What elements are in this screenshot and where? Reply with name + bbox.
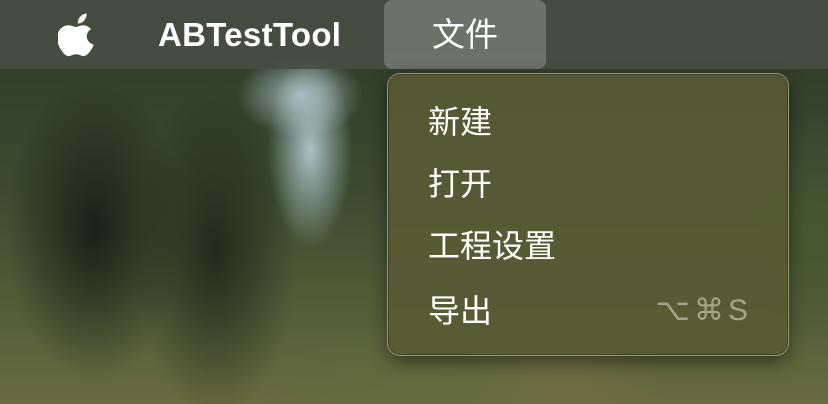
file-menu-button[interactable]: 文件 xyxy=(384,0,546,69)
apple-logo-icon[interactable] xyxy=(57,11,100,57)
app-name-menu[interactable]: ABTestTool xyxy=(158,13,341,57)
menu-item-project-settings[interactable]: 工程设置 xyxy=(428,224,748,268)
menu-item-new[interactable]: 新建 xyxy=(428,100,748,144)
menu-item-open[interactable]: 打开 xyxy=(428,162,748,206)
export-shortcut-label: ⌥⌘S xyxy=(655,294,752,327)
desktop: ABTestTool 文件 新建 打开 工程设置 导出 ⌥⌘S xyxy=(0,0,828,404)
menu-bar: ABTestTool 文件 xyxy=(0,0,828,69)
file-dropdown-menu: 新建 打开 工程设置 导出 ⌥⌘S xyxy=(387,73,789,356)
